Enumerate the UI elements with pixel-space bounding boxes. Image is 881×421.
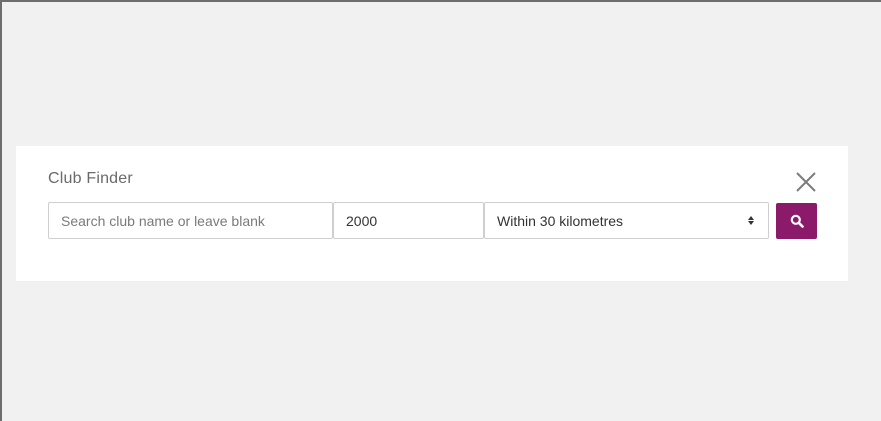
club-search-input[interactable]: [48, 202, 333, 239]
search-icon: [790, 214, 804, 228]
panel-title: Club Finder: [48, 170, 133, 187]
club-finder-panel: Club Finder Within 30 kilometres: [16, 146, 848, 281]
close-button[interactable]: [794, 170, 818, 194]
search-button[interactable]: [776, 203, 817, 239]
postcode-input[interactable]: [333, 202, 484, 239]
distance-select[interactable]: Within 30 kilometres: [484, 202, 769, 239]
select-arrows-icon: [748, 216, 754, 225]
distance-select-value: Within 30 kilometres: [497, 212, 624, 229]
close-icon: [796, 172, 816, 192]
